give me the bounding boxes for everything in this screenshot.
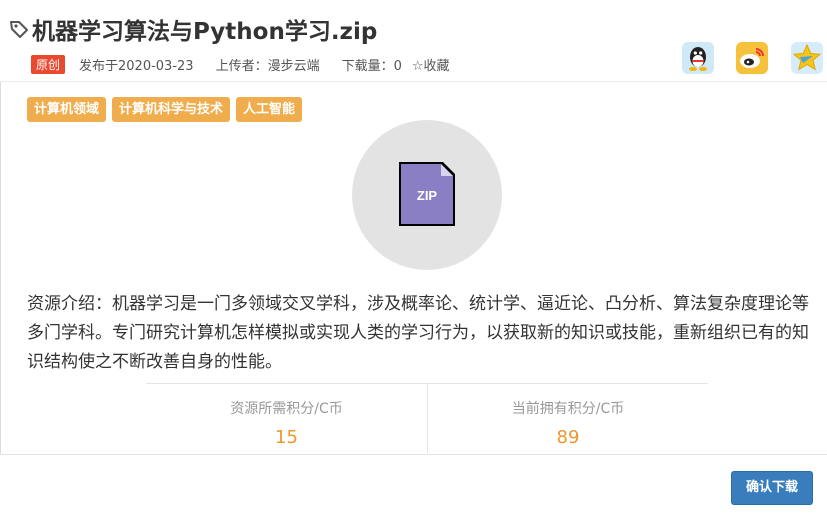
download-count: 下载量：0 (341, 59, 402, 74)
favorite-button[interactable]: ☆收藏 (412, 55, 450, 74)
qzone-share-icon[interactable] (791, 42, 823, 74)
qq-share-icon[interactable] (682, 42, 714, 74)
file-preview: ZIP (352, 120, 502, 270)
tag-icon (10, 21, 28, 38)
tag-computer-field[interactable]: 计算机领域 (27, 97, 107, 122)
weibo-share-icon[interactable] (736, 42, 768, 74)
resource-meta: 原创 发布于2020-03-23 上传者：漫步云端 下载量：0 ☆收藏 (31, 55, 472, 74)
dialog-footer: 确认下载 (0, 454, 827, 522)
tag-list: 计算机领域 计算机科学与技术 人工智能 (27, 97, 308, 122)
points-stats: 资源所需积分/C币 15 当前拥有积分/C币 89 (146, 383, 708, 453)
confirm-download-button[interactable]: 确认下载 (731, 471, 813, 505)
resource-description: 资源介绍：机器学习是一门多领域交叉学科，涉及概率论、统计学、逼近论、凸分析、算法… (27, 294, 809, 372)
uploader-link[interactable]: 上传者：漫步云端 (216, 55, 320, 74)
title-row: 机器学习算法与Python学习.zip (8, 12, 377, 46)
zip-file-icon: ZIP (399, 162, 455, 226)
owned-points-label: 当前拥有积分/C币 (511, 401, 625, 417)
publish-date: 发布于2020-03-23 (79, 59, 194, 74)
required-points-value: 15 (275, 427, 298, 448)
owned-points-value: 89 (556, 427, 580, 448)
required-points-label: 资源所需积分/C币 (230, 401, 343, 417)
resource-header: 机器学习算法与Python学习.zip 原创 发布于2020-03-23 上传者… (0, 0, 827, 82)
required-points: 资源所需积分/C币 15 (146, 384, 427, 453)
tag-computer-science[interactable]: 计算机科学与技术 (112, 97, 231, 122)
tag-ai[interactable]: 人工智能 (236, 97, 303, 122)
file-type-label: ZIP (417, 188, 438, 203)
original-badge: 原创 (31, 55, 66, 74)
resource-title: 机器学习算法与Python学习.zip (32, 19, 378, 45)
owned-points: 当前拥有积分/C币 89 (427, 384, 708, 453)
resource-body: 计算机领域 计算机科学与技术 人工智能 ZIP 资源介绍：机器学习是一门多领域交… (0, 83, 827, 454)
